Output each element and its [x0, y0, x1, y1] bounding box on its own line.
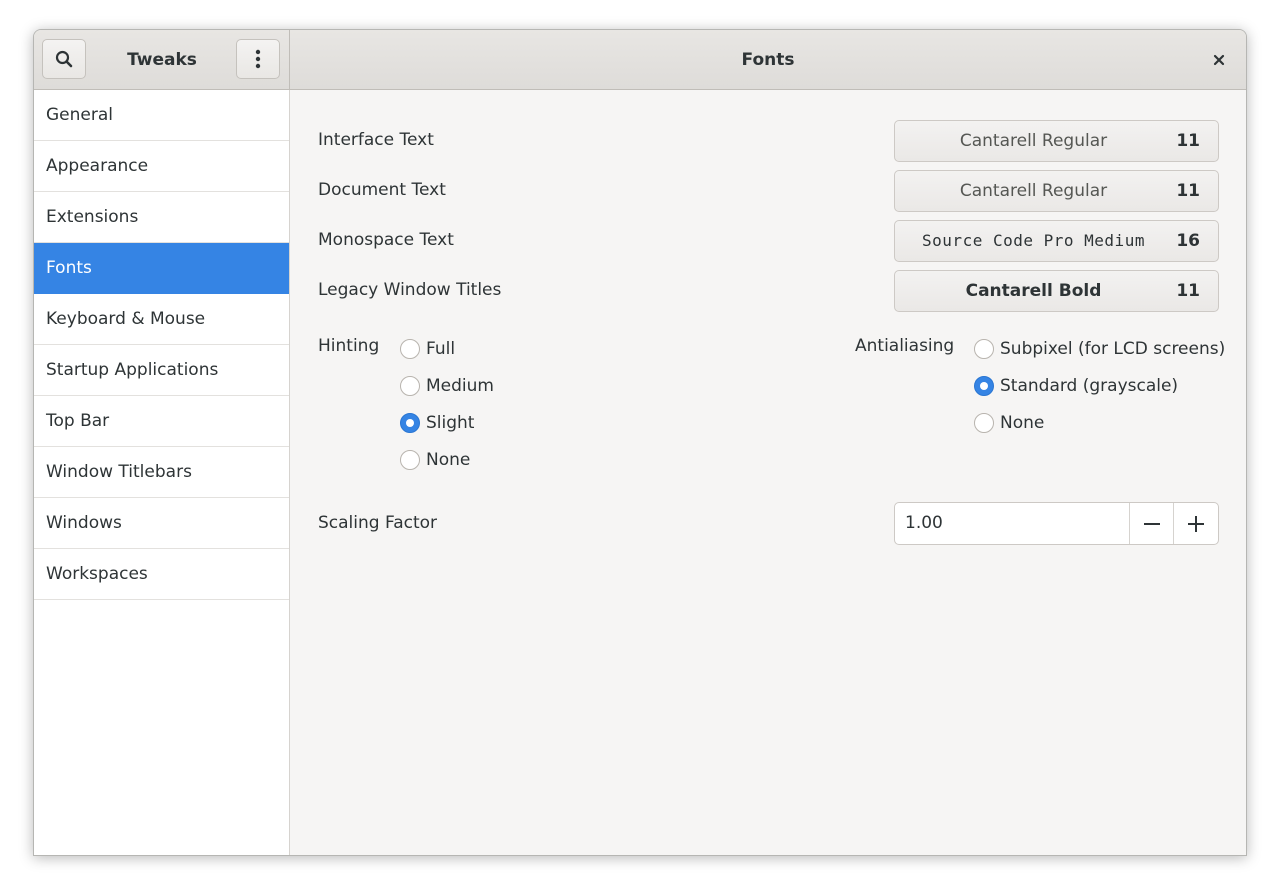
hinting-option-label: None: [426, 450, 471, 470]
monospace-font-name: Source Code Pro Medium: [922, 231, 1145, 250]
antialiasing-option-subpixel[interactable]: Subpixel (for LCD screens): [974, 337, 1225, 361]
radio-checked-icon: [400, 413, 420, 433]
radio-checked-icon: [974, 376, 994, 396]
document-font-size: 11: [1176, 181, 1200, 201]
hinting-option-none[interactable]: None: [400, 448, 470, 472]
sidebar-item-keyboard-mouse[interactable]: Keyboard & Mouse: [34, 294, 289, 345]
search-button[interactable]: [42, 39, 86, 79]
radio-icon: [974, 413, 994, 433]
scaling-factor-label: Scaling Factor: [318, 513, 438, 533]
radio-icon: [400, 450, 420, 470]
antialiasing-option-label: Standard (grayscale): [1000, 376, 1179, 396]
scaling-factor-spinbutton: 1.00: [894, 502, 1219, 545]
sidebar-item-fonts[interactable]: Fonts: [34, 243, 289, 294]
sidebar-header: Tweaks: [34, 30, 290, 90]
vertical-dots-menu-icon: [255, 49, 261, 69]
menu-button[interactable]: [236, 39, 280, 79]
antialiasing-option-label: Subpixel (for LCD screens): [1000, 339, 1226, 359]
increase-button[interactable]: [1173, 503, 1218, 544]
legacy-font-button[interactable]: Cantarell Bold 11: [894, 270, 1219, 312]
interface-text-label: Interface Text: [318, 130, 434, 150]
sidebar-item-general[interactable]: General: [34, 90, 289, 141]
radio-icon: [974, 339, 994, 359]
decrease-button[interactable]: [1129, 503, 1174, 544]
search-icon: [55, 50, 73, 68]
radio-icon: [400, 376, 420, 396]
interface-font-size: 11: [1176, 131, 1200, 151]
document-text-label: Document Text: [318, 180, 446, 200]
hinting-option-label: Slight: [426, 413, 475, 433]
header-bar: Tweaks Fonts: [34, 30, 1246, 90]
legacy-font-size: 11: [1176, 281, 1200, 301]
antialiasing-option-standard[interactable]: Standard (grayscale): [974, 374, 1178, 398]
legacy-font-name: Cantarell Bold: [965, 281, 1102, 301]
fonts-panel: Interface Text Cantarell Regular 11 Docu…: [290, 90, 1246, 855]
hinting-option-medium[interactable]: Medium: [400, 374, 494, 398]
sidebar-item-appearance[interactable]: Appearance: [34, 141, 289, 192]
sidebar-item-workspaces[interactable]: Workspaces: [34, 549, 289, 600]
minus-icon: [1144, 522, 1160, 525]
interface-font-name: Cantarell Regular: [959, 131, 1108, 151]
sidebar-item-extensions[interactable]: Extensions: [34, 192, 289, 243]
hinting-option-label: Full: [426, 339, 456, 359]
document-font-button[interactable]: Cantarell Regular 11: [894, 170, 1219, 212]
antialiasing-option-label: None: [1000, 413, 1045, 433]
legacy-window-titles-label: Legacy Window Titles: [318, 280, 502, 300]
sidebar: General Appearance Extensions Fonts Keyb…: [34, 90, 290, 855]
sidebar-item-window-titlebars[interactable]: Window Titlebars: [34, 447, 289, 498]
sidebar-item-top-bar[interactable]: Top Bar: [34, 396, 289, 447]
close-icon: [1213, 54, 1225, 66]
page-title: Fonts: [741, 50, 795, 70]
close-button[interactable]: [1206, 47, 1232, 73]
antialiasing-option-none[interactable]: None: [974, 411, 1044, 435]
hinting-label: Hinting: [318, 336, 380, 356]
hinting-option-slight[interactable]: Slight: [400, 411, 474, 435]
app-title: Tweaks: [127, 50, 197, 70]
radio-icon: [400, 339, 420, 359]
monospace-font-button[interactable]: Source Code Pro Medium 16: [894, 220, 1219, 262]
hinting-option-full[interactable]: Full: [400, 337, 455, 361]
monospace-font-size: 16: [1176, 231, 1200, 251]
scaling-factor-input[interactable]: 1.00: [905, 503, 943, 544]
sidebar-item-windows[interactable]: Windows: [34, 498, 289, 549]
sidebar-item-startup-applications[interactable]: Startup Applications: [34, 345, 289, 396]
interface-font-button[interactable]: Cantarell Regular 11: [894, 120, 1219, 162]
antialiasing-label: Antialiasing: [855, 336, 955, 356]
plus-icon: [1188, 515, 1204, 532]
monospace-text-label: Monospace Text: [318, 230, 454, 250]
hinting-option-label: Medium: [426, 376, 494, 396]
document-font-name: Cantarell Regular: [959, 181, 1108, 201]
tweaks-window: Tweaks Fonts General Appearance Extensio…: [33, 29, 1247, 856]
